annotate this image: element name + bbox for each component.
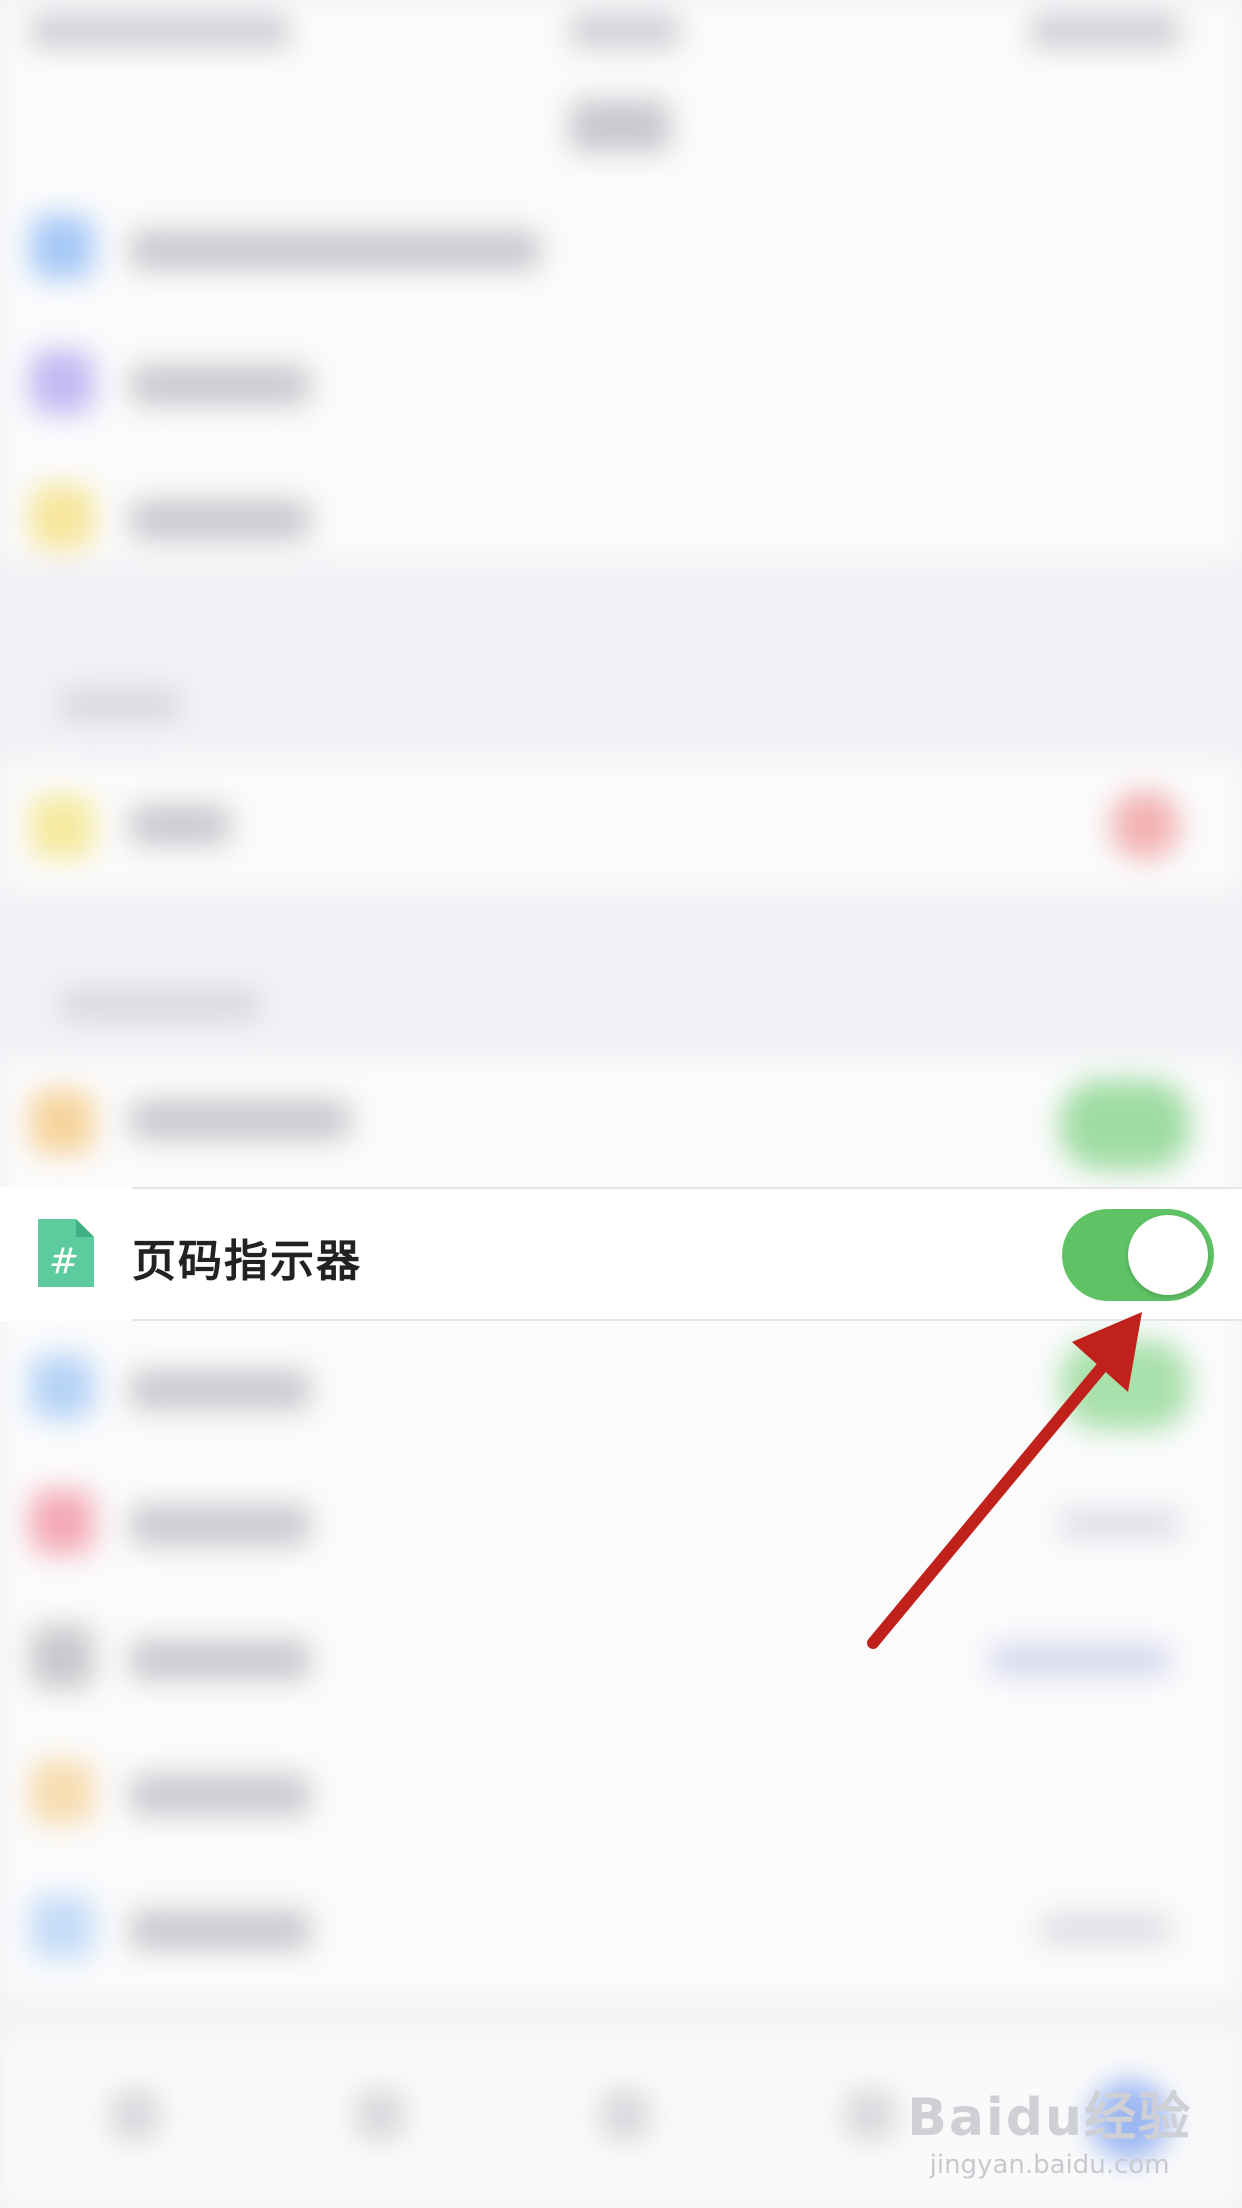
row-divider-top xyxy=(132,1187,1242,1189)
page-number-doc-icon: # xyxy=(38,1219,94,1287)
watermark-url: jingyan.baidu.com xyxy=(929,2150,1170,2180)
page-indicator-toggle[interactable] xyxy=(1062,1209,1214,1301)
svg-text:#: # xyxy=(49,1241,79,1282)
page-indicator-row[interactable]: # 页码指示器 xyxy=(0,1187,1242,1321)
row-divider-bottom xyxy=(132,1319,1242,1321)
blurred-background xyxy=(0,0,1242,2208)
toggle-knob xyxy=(1128,1215,1208,1295)
baidu-watermark: Baidu经验 jingyan.baidu.com xyxy=(907,2075,1192,2180)
page-indicator-label: 页码指示器 xyxy=(132,1236,362,1287)
watermark-logo: Baidu经验 xyxy=(907,2088,1192,2148)
